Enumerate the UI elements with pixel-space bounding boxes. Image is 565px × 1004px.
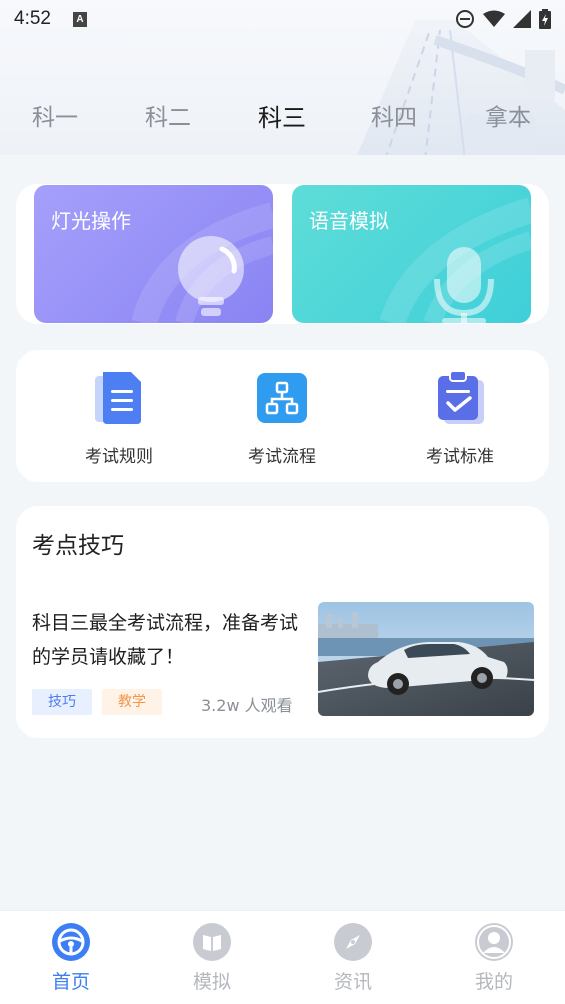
flowchart-icon: [257, 373, 307, 423]
exam-process-label: 考试流程: [248, 447, 316, 467]
exam-process-button[interactable]: 考试流程: [217, 370, 347, 467]
car-photo: [318, 602, 534, 716]
clipboard-check-icon: [438, 370, 484, 424]
light-operation-label: 灯光操作: [51, 209, 131, 233]
exam-standard-button[interactable]: 考试标准: [395, 370, 525, 467]
nav-profile[interactable]: 我的: [444, 923, 544, 994]
article-tag-teaching: 教学: [102, 689, 162, 715]
battery-icon: [539, 9, 551, 29]
exam-rules-label: 考试规则: [85, 447, 153, 467]
status-icons: [455, 9, 551, 29]
nav-simulate[interactable]: 模拟: [162, 923, 262, 994]
tab-subject-2[interactable]: 科二: [145, 98, 191, 132]
dnd-icon: [456, 10, 474, 28]
tips-panel: 考点技巧 科目三最全考试流程，准备考试的学员请收藏了！ 技巧 教学 3.2w 人…: [16, 506, 549, 738]
article-tag-skill: 技巧: [32, 689, 92, 715]
voice-simulation-label: 语音模拟: [309, 209, 389, 233]
steering-wheel-icon: [57, 928, 85, 956]
nav-news[interactable]: 资讯: [303, 923, 403, 994]
nav-news-label: 资讯: [333, 971, 372, 993]
article-title[interactable]: 科目三最全考试流程，准备考试的学员请收藏了！: [32, 606, 304, 674]
user-icon: [477, 925, 511, 959]
subject-tabs: 科一 科二 科三 科四 拿本: [0, 98, 565, 138]
voice-simulation-card[interactable]: 语音模拟: [292, 185, 531, 323]
bottom-navigation: 首页 模拟 资讯 我的: [0, 910, 565, 1004]
tab-subject-3[interactable]: 科三: [258, 98, 306, 133]
nav-home[interactable]: 首页: [21, 923, 121, 994]
tab-subject-4[interactable]: 科四: [371, 98, 417, 132]
article-thumbnail[interactable]: [318, 602, 534, 716]
exam-rules-button[interactable]: 考试规则: [54, 370, 184, 467]
nav-home-label: 首页: [51, 971, 90, 993]
article-view-count: 3.2w 人观看: [201, 696, 293, 715]
nav-simulate-label: 模拟: [192, 971, 231, 993]
nav-profile-label: 我的: [474, 971, 513, 993]
tab-subject-1[interactable]: 科一: [32, 98, 78, 132]
wifi-icon: [483, 10, 505, 27]
status-bar: 4:52 A: [0, 0, 565, 38]
exam-standard-label: 考试标准: [426, 447, 494, 467]
header: 4:52 A 科一 科二 科三 科四 拿本: [0, 0, 565, 155]
exam-panel: 考试规则 考试流程 考试标准: [16, 350, 549, 482]
tips-section-title: 考点技巧: [32, 533, 124, 559]
signal-icon: [513, 10, 531, 28]
document-icon: [95, 372, 141, 424]
tab-get-license[interactable]: 拿本: [485, 98, 531, 132]
notification-a-icon: A: [72, 11, 87, 27]
compass-icon: [346, 935, 360, 949]
status-time: 4:52: [14, 8, 51, 29]
book-icon: [203, 935, 221, 951]
light-operation-card[interactable]: 灯光操作: [34, 185, 273, 323]
